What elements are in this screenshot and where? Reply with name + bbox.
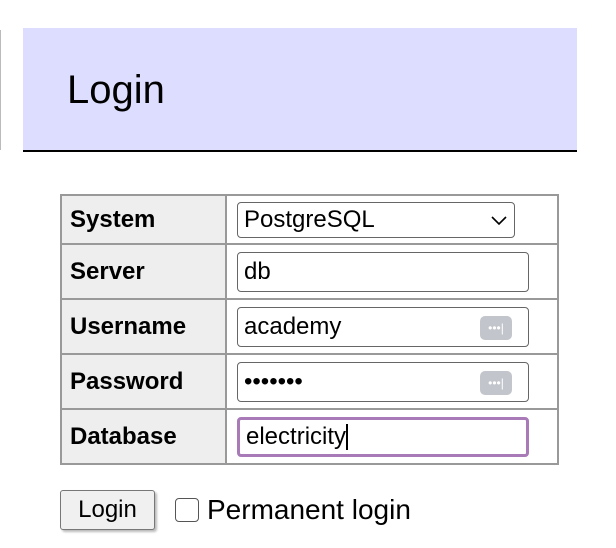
text-cursor	[346, 423, 349, 450]
password-input[interactable]: ••••••• •••|	[237, 361, 529, 402]
username-label: Username	[60, 298, 227, 355]
password-label: Password	[60, 353, 227, 410]
username-input[interactable]: academy •••|	[237, 306, 529, 347]
password-manager-icon[interactable]: •••|	[480, 370, 512, 395]
password-value: •••••••	[244, 367, 303, 395]
database-input[interactable]: electricity	[237, 416, 529, 457]
database-value: electricity	[246, 422, 347, 450]
permanent-login-label: Permanent login	[207, 494, 411, 525]
password-manager-icon[interactable]: •••|	[480, 315, 512, 340]
username-value: academy	[244, 312, 342, 340]
page-header: Login	[23, 28, 577, 152]
system-value: PostgreSQL	[244, 205, 375, 233]
chevron-down-icon	[490, 206, 508, 234]
divider	[0, 30, 1, 150]
permanent-login[interactable]: Permanent login	[175, 494, 411, 526]
permanent-login-checkbox[interactable]	[175, 498, 199, 522]
server-label: Server	[60, 243, 227, 300]
server-value: db	[244, 257, 271, 285]
page-title: Login	[67, 68, 165, 112]
system-select[interactable]: PostgreSQL	[237, 201, 515, 238]
database-label: Database	[60, 408, 227, 465]
login-button[interactable]: Login	[60, 490, 155, 530]
login-form: System PostgreSQL Server db Username aca…	[60, 194, 559, 465]
system-label: System	[60, 194, 227, 245]
server-input[interactable]: db	[237, 251, 529, 292]
